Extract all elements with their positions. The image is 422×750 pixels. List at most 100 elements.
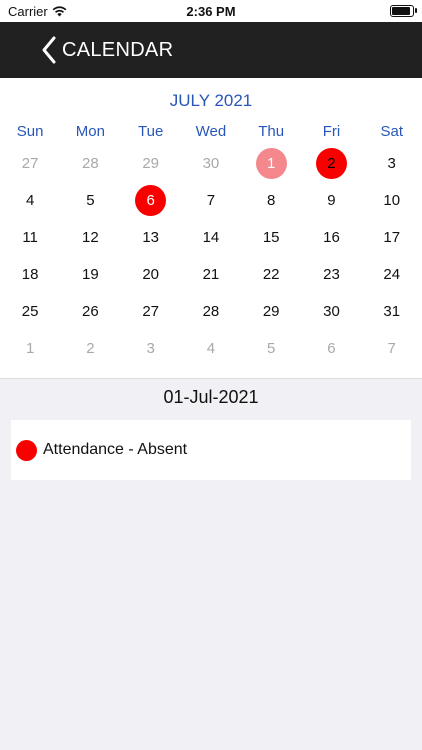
- day-cell[interactable]: 26: [60, 293, 120, 330]
- day-cell[interactable]: 31: [362, 293, 422, 330]
- chevron-left-icon: [42, 36, 56, 64]
- day-cell[interactable]: 13: [121, 219, 181, 256]
- day-number: 22: [262, 266, 280, 283]
- day-cell[interactable]: 10: [362, 182, 422, 219]
- day-cell[interactable]: 1: [241, 145, 301, 182]
- day-number: 29: [142, 155, 159, 172]
- nav-bar: CALENDAR: [0, 22, 422, 78]
- day-number: 16: [323, 229, 340, 246]
- day-cell[interactable]: 6: [121, 182, 181, 219]
- day-cell[interactable]: 27: [121, 293, 181, 330]
- day-cell[interactable]: 15: [241, 219, 301, 256]
- day-cell[interactable]: 2: [301, 145, 361, 182]
- day-cell[interactable]: 18: [0, 256, 60, 293]
- day-number: 31: [383, 303, 401, 320]
- day-cell[interactable]: 5: [60, 182, 120, 219]
- day-cell[interactable]: 7: [181, 182, 241, 219]
- day-number: 5: [267, 340, 276, 357]
- day-cell[interactable]: 3: [362, 145, 422, 182]
- day-number: 15: [262, 229, 280, 246]
- day-number: 17: [383, 229, 401, 246]
- day-cell[interactable]: 2: [60, 330, 120, 367]
- day-cell[interactable]: 25: [0, 293, 60, 330]
- day-number: 24: [383, 266, 401, 283]
- day-number: 10: [383, 192, 401, 209]
- day-cell[interactable]: 28: [181, 293, 241, 330]
- day-cell[interactable]: 27: [0, 145, 60, 182]
- day-cell[interactable]: 24: [362, 256, 422, 293]
- day-cell[interactable]: 9: [301, 182, 361, 219]
- page-title: CALENDAR: [62, 38, 174, 61]
- battery-icon: [390, 5, 417, 17]
- day-cell[interactable]: 30: [181, 145, 241, 182]
- day-number: 7: [206, 192, 216, 209]
- day-number: 2: [86, 340, 95, 357]
- day-number: 6: [135, 185, 167, 216]
- day-number: 13: [142, 229, 159, 246]
- weekday-label: Sun: [16, 122, 44, 140]
- day-number: 3: [387, 155, 396, 172]
- day-number: 29: [262, 303, 280, 320]
- day-number: 21: [202, 266, 220, 283]
- day-number: 30: [202, 155, 220, 172]
- day-cell[interactable]: 20: [121, 256, 181, 293]
- day-number: 2: [315, 148, 347, 179]
- day-cell[interactable]: 28: [60, 145, 120, 182]
- weekday-label: Wed: [195, 122, 227, 140]
- day-cell[interactable]: 4: [0, 182, 60, 219]
- day-cell[interactable]: 7: [362, 330, 422, 367]
- day-number: 8: [267, 192, 276, 209]
- weekday-label: Mon: [75, 122, 105, 140]
- day-cell[interactable]: 3: [121, 330, 181, 367]
- selected-date: 01-Jul-2021: [163, 387, 259, 407]
- day-number: 23: [323, 266, 340, 283]
- day-cell[interactable]: 12: [60, 219, 120, 256]
- day-number: 26: [82, 303, 99, 320]
- status-bar: Carrier 2:36 PM: [0, 0, 422, 22]
- day-number: 19: [82, 266, 99, 283]
- day-cell[interactable]: 21: [181, 256, 241, 293]
- day-number: 14: [202, 229, 220, 246]
- weekday-label: Thu: [258, 122, 285, 140]
- day-cell[interactable]: 4: [181, 330, 241, 367]
- weekday-header: Sun Mon Tue Wed Thu Fri Sat: [0, 117, 422, 145]
- day-number: 4: [25, 192, 35, 209]
- status-dot: [16, 439, 37, 461]
- day-cell[interactable]: 8: [241, 182, 301, 219]
- day-cell[interactable]: 5: [241, 330, 301, 367]
- day-number: 28: [202, 303, 220, 320]
- day-cell[interactable]: 11: [0, 219, 60, 256]
- day-number: 4: [206, 340, 216, 357]
- day-cell[interactable]: 16: [301, 219, 361, 256]
- day-number: 3: [146, 340, 155, 357]
- day-number: 9: [327, 192, 336, 209]
- status-time: 2:36 PM: [186, 4, 236, 19]
- day-cell[interactable]: 23: [301, 256, 361, 293]
- day-cell[interactable]: 14: [181, 219, 241, 256]
- day-cell[interactable]: 1: [0, 330, 60, 367]
- month-title: JULY 2021: [169, 91, 253, 110]
- weekday-label: Sat: [380, 122, 403, 140]
- day-cell[interactable]: 29: [241, 293, 301, 330]
- day-grid: 27 28 29 30 1 2 3 4 5 6 7 8 9 10 11 12 13 14 15 16 17 18 19 20 2…: [0, 145, 422, 367]
- day-number: 25: [21, 303, 39, 320]
- weekday-label: Tue: [138, 122, 164, 140]
- back-button[interactable]: [38, 34, 60, 66]
- day-cell[interactable]: 22: [241, 256, 301, 293]
- weekday-label: Fri: [322, 122, 341, 140]
- calendar: JULY 2021 Sun Mon Tue Wed Thu Fri Sat 27…: [0, 78, 422, 379]
- day-cell[interactable]: 19: [60, 256, 120, 293]
- event-label: Attendance - Absent: [43, 441, 188, 458]
- day-cell[interactable]: 6: [301, 330, 361, 367]
- day-cell[interactable]: 30: [301, 293, 361, 330]
- day-number: 5: [86, 192, 95, 209]
- day-number: 11: [22, 229, 38, 246]
- day-number: 18: [21, 266, 39, 283]
- day-number: 27: [21, 155, 39, 172]
- day-cell[interactable]: 17: [362, 219, 422, 256]
- day-number: 20: [142, 266, 159, 283]
- day-number: 28: [82, 155, 99, 172]
- event-list: Attendance - Absent: [11, 420, 411, 480]
- day-cell[interactable]: 29: [121, 145, 181, 182]
- day-number: 1: [255, 148, 287, 179]
